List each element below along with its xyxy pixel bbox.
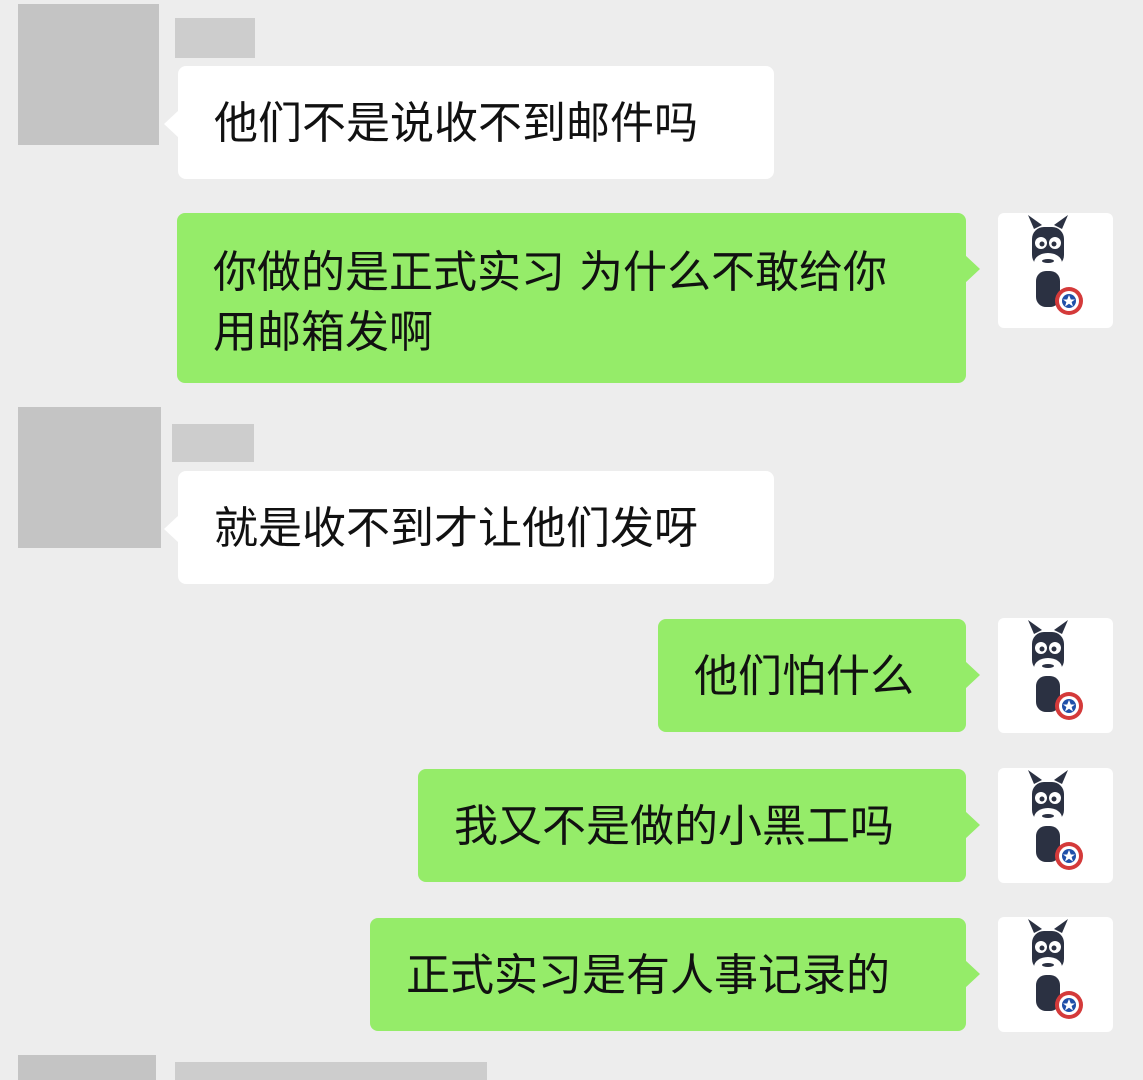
message-text: 就是收不到才让他们发呀 xyxy=(214,503,698,554)
donkey-captain-shield-avatar-icon xyxy=(1028,620,1083,720)
contact-name-redacted xyxy=(172,424,254,462)
donkey-captain-shield-avatar-icon xyxy=(1028,770,1083,870)
contact-avatar-redacted[interactable] xyxy=(18,4,159,145)
contact-name-redacted xyxy=(175,18,255,58)
donkey-captain-shield-avatar-icon xyxy=(1028,215,1083,315)
message-bubble-incoming[interactable]: 就是收不到才让他们发呀 xyxy=(164,471,774,584)
contact-name-redacted xyxy=(175,1062,487,1080)
message-text: 正式实习是有人事记录的 xyxy=(406,950,890,1001)
message-bubble-outgoing[interactable]: 他们怕什么 xyxy=(658,619,980,732)
self-avatar-icon[interactable] xyxy=(998,618,1113,733)
self-avatar-icon[interactable] xyxy=(998,917,1113,1032)
message-text: 他们怕什么 xyxy=(694,651,914,702)
message-text: 我又不是做的小黑工吗 xyxy=(454,801,894,852)
message-bubble-incoming[interactable]: 他们不是说收不到邮件吗 xyxy=(164,66,774,179)
message-bubble-outgoing[interactable]: 你做的是正式实习 为什么不敢给你 用邮箱发啊 xyxy=(177,213,980,383)
contact-avatar-redacted[interactable] xyxy=(18,407,161,548)
self-avatar-icon[interactable] xyxy=(998,768,1113,883)
contact-avatar-redacted[interactable] xyxy=(18,1055,156,1080)
message-bubble-outgoing[interactable]: 正式实习是有人事记录的 xyxy=(370,918,980,1031)
chat-message-list[interactable]: 他们不是说收不到邮件吗 你做的是正式实习 为什么不敢给你 用邮箱发啊 就是收不到… xyxy=(0,0,1143,1080)
message-bubble-outgoing[interactable]: 我又不是做的小黑工吗 xyxy=(418,769,980,882)
self-avatar-icon[interactable] xyxy=(998,213,1113,328)
message-text: 你做的是正式实习 为什么不敢给你 用邮箱发啊 xyxy=(213,247,887,358)
donkey-captain-shield-avatar-icon xyxy=(1028,919,1083,1019)
message-text: 他们不是说收不到邮件吗 xyxy=(214,98,698,149)
